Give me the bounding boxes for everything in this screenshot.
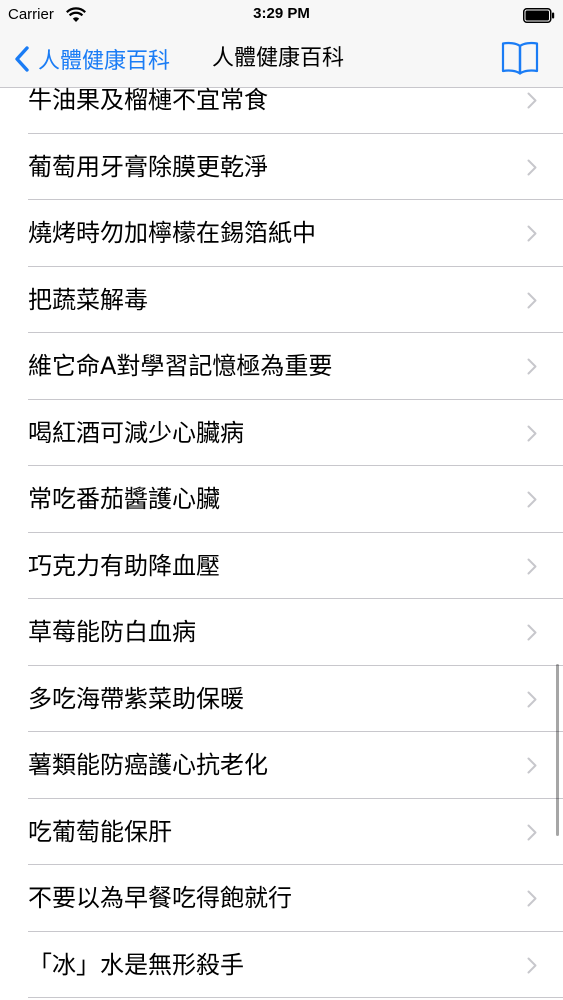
chevron-right-icon — [527, 225, 537, 242]
status-bar: Carrier 3:29 PM — [0, 0, 563, 30]
chevron-right-icon — [527, 890, 537, 907]
scroll-indicator[interactable] — [556, 664, 559, 836]
list-item-label: 吃葡萄能保肝 — [28, 817, 172, 846]
list-item[interactable]: 薯類能防癌護心抗老化 — [0, 732, 563, 799]
list-item[interactable]: 「冰」水是無形殺手 — [0, 932, 563, 998]
list-item[interactable]: 多吃海帶紫菜助保暖 — [0, 666, 563, 732]
list-item-label: 喝紅酒可減少心臟病 — [28, 418, 244, 447]
row-separator — [28, 997, 563, 998]
chevron-right-icon — [527, 159, 537, 175]
list-item-label: 「冰」水是無形殺手 — [28, 950, 244, 979]
list-item[interactable]: 維它命A對學習記憶極為重要 — [0, 333, 563, 400]
clock: 3:29 PM — [253, 5, 310, 22]
battery-icon — [523, 8, 555, 23]
list-item[interactable]: 牛油果及榴槤不宜常食 — [0, 67, 563, 134]
list-item[interactable]: 葡萄用牙膏除膜更乾淨 — [0, 134, 563, 200]
list-item-label: 不要以為早餐吃得飽就行 — [28, 884, 292, 912]
chevron-right-icon — [527, 358, 537, 375]
chevron-right-icon — [527, 624, 537, 641]
chevron-right-icon — [527, 691, 537, 707]
list-item[interactable]: 巧克力有助降血壓 — [0, 533, 563, 599]
chevron-right-icon — [527, 824, 537, 840]
list-item-label: 葡萄用牙膏除膜更乾淨 — [28, 152, 268, 181]
list-item[interactable]: 草莓能防白血病 — [0, 599, 563, 666]
chevron-right-icon — [527, 757, 537, 774]
screen: Carrier 3:29 PM 人體健康百科 人體健康百科 牛油果及榴槤不宜常食… — [0, 0, 563, 1000]
chevron-right-icon — [527, 491, 537, 508]
chevron-right-icon — [527, 425, 537, 441]
list-item-label: 牛油果及榴槤不宜常食 — [28, 86, 268, 114]
list-item[interactable]: 喝紅酒可減少心臟病 — [0, 400, 563, 466]
list-item[interactable]: 不要以為早餐吃得飽就行 — [0, 865, 563, 932]
list-item[interactable]: 把蔬菜解毒 — [0, 267, 563, 333]
list-item-label: 巧克力有助降血壓 — [28, 551, 220, 580]
list-item[interactable]: 吃葡萄能保肝 — [0, 799, 563, 865]
chevron-right-icon — [527, 292, 537, 308]
list-item-label: 草莓能防白血病 — [28, 618, 196, 646]
list-item-label: 維它命A對學習記憶極為重要 — [28, 352, 333, 380]
topic-list: 牛油果及榴槤不宜常食 葡萄用牙膏除膜更乾淨燒烤時勿加檸檬在錫箔紙中 把蔬菜解毒維它命… — [0, 67, 563, 998]
list-item-label: 把蔬菜解毒 — [28, 285, 148, 314]
chevron-right-icon — [527, 957, 537, 973]
list-item-label: 常吃番茄醬護心臟 — [28, 485, 220, 513]
list-item-label: 薯類能防癌護心抗老化 — [28, 751, 268, 779]
list-item-label: 多吃海帶紫菜助保暖 — [28, 684, 244, 713]
list-item[interactable]: 常吃番茄醬護心臟 — [0, 466, 563, 533]
chevron-right-icon — [527, 558, 537, 574]
list-item[interactable]: 燒烤時勿加檸檬在錫箔紙中 — [0, 200, 563, 267]
chevron-right-icon — [527, 92, 537, 109]
list-item-label: 燒烤時勿加檸檬在錫箔紙中 — [28, 219, 316, 247]
